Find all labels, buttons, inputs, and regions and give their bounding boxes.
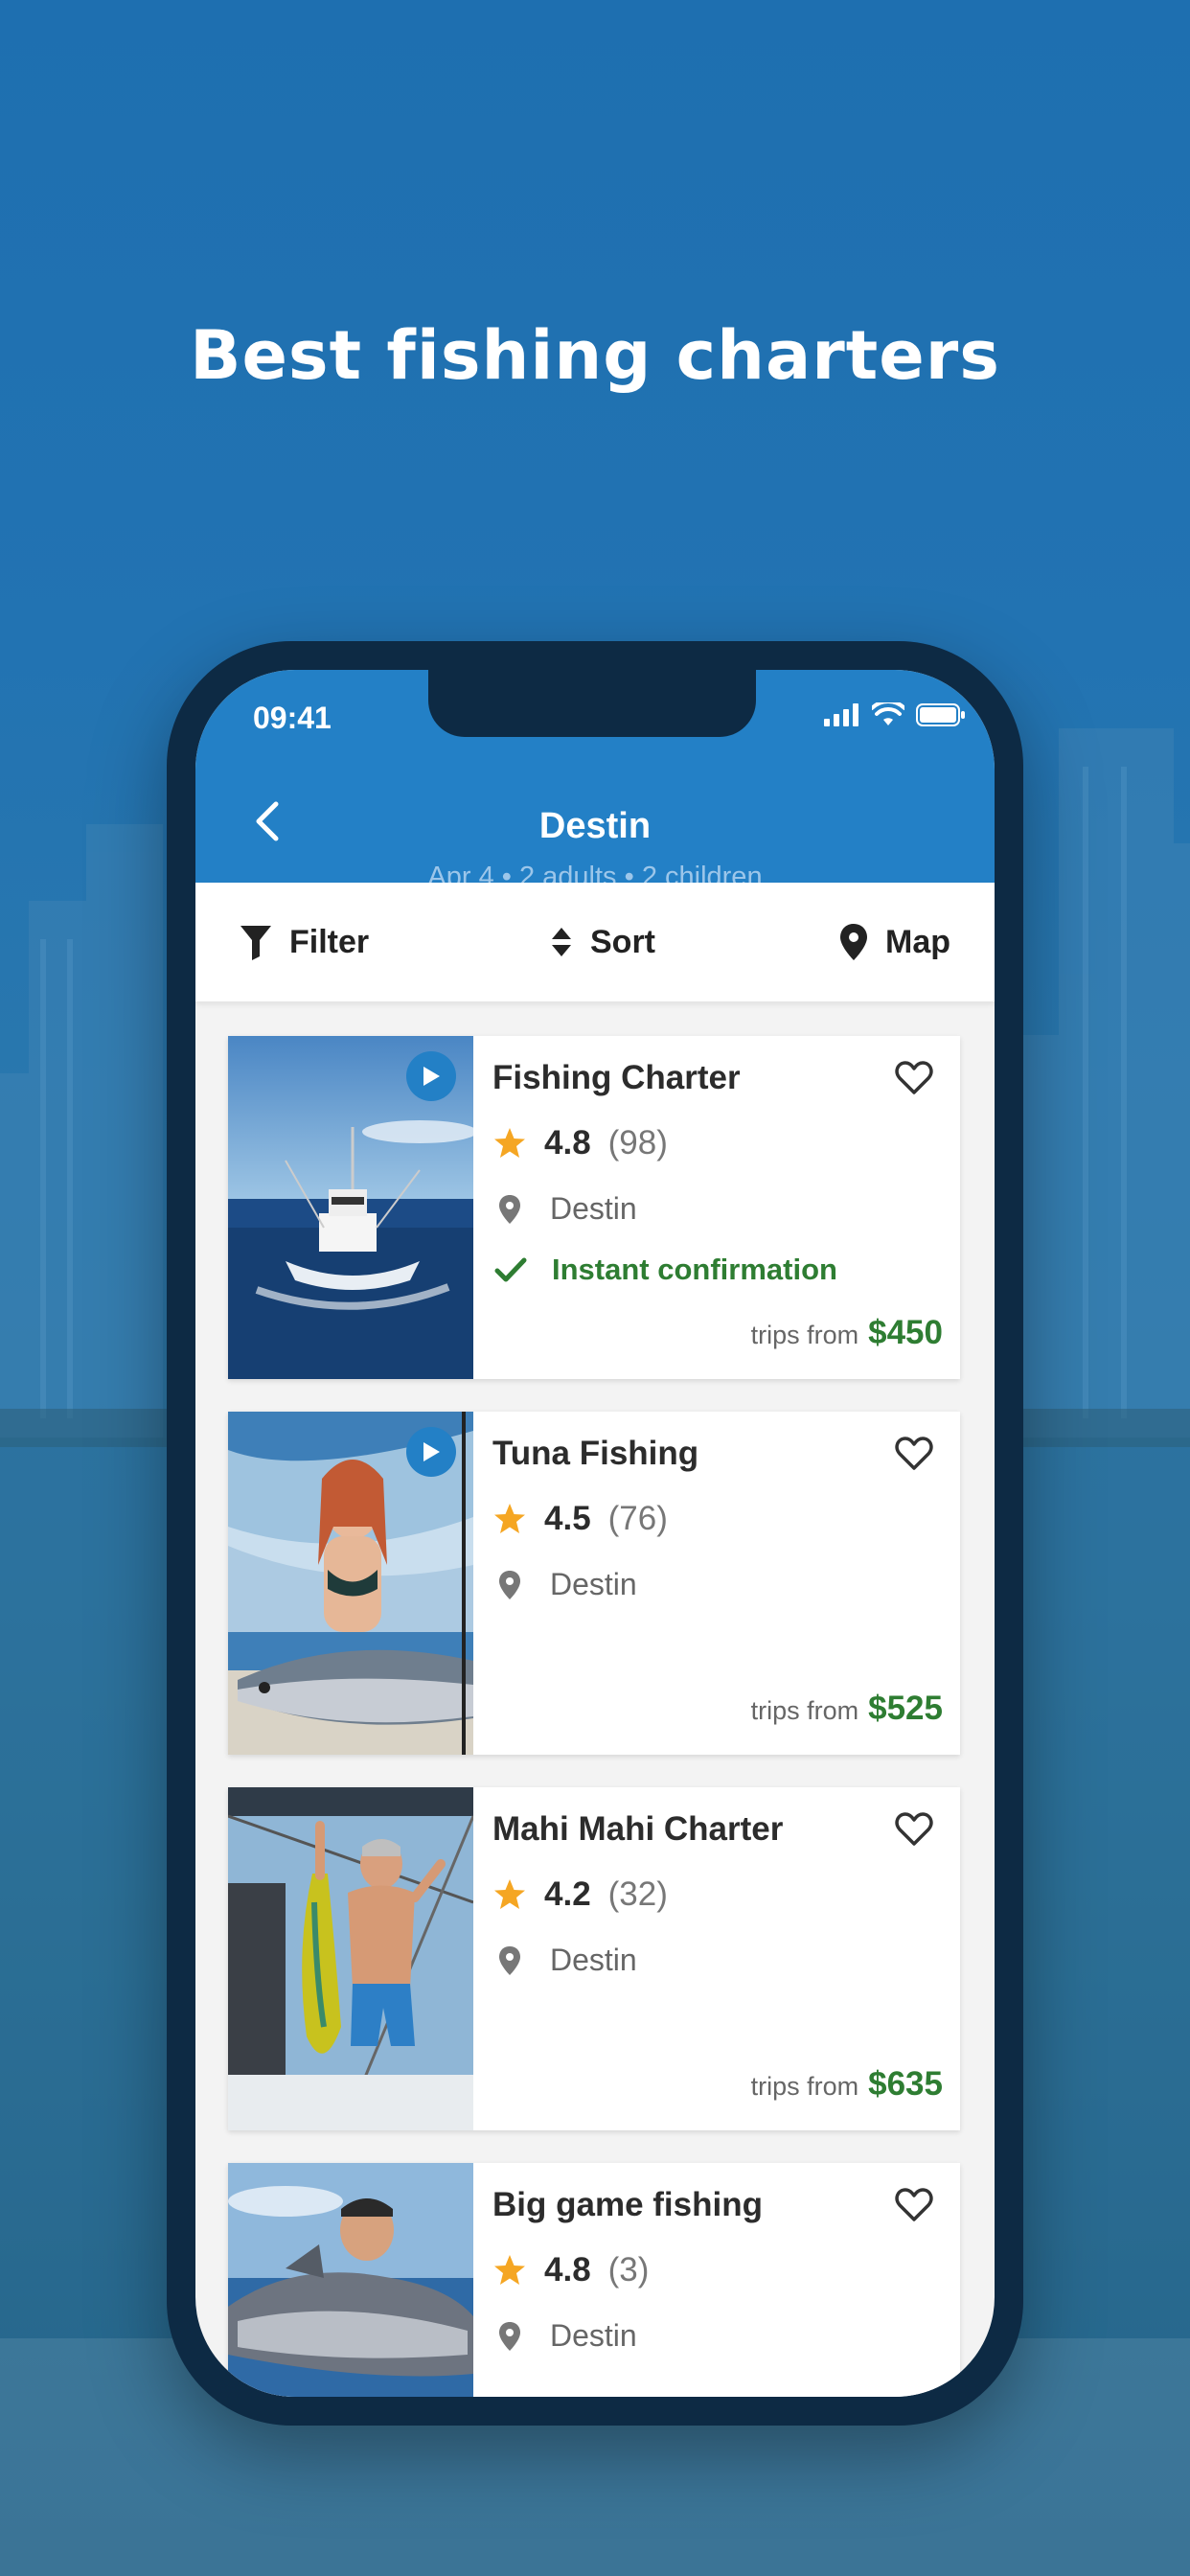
heart-icon: [895, 1061, 933, 1094]
listing-photo: [228, 1036, 473, 1379]
star-icon: [494, 1128, 525, 1158]
mahi-mahi-catch-photo: [228, 1787, 473, 2130]
price-row: trips from $450: [751, 1314, 943, 1352]
listing-title: Fishing Charter: [492, 1059, 741, 1096]
listing-card[interactable]: Tuna Fishing 4.5 (76) Destin trips from …: [228, 1412, 960, 1755]
listing-title: Big game fishing: [492, 2186, 763, 2223]
play-icon: [423, 1442, 440, 1461]
favorite-button[interactable]: [895, 1061, 937, 1101]
phone-frame: 09:41 Destin Apr 4 • 2 adults • 2 childr…: [167, 641, 1023, 2426]
rating-value: 4.8: [544, 2251, 591, 2288]
rating-value: 4.2: [544, 1875, 591, 1913]
rating-row: 4.8 (3): [492, 2251, 649, 2289]
favorite-button[interactable]: [895, 2188, 937, 2228]
listing-card[interactable]: Fishing Charter 4.8 (98) Destin Instant …: [228, 1036, 960, 1379]
listing-card[interactable]: Big game fishing 4.8 (3) Destin: [228, 2163, 960, 2397]
listing-title: Mahi Mahi Charter: [492, 1810, 784, 1848]
price-prefix: trips from: [750, 2072, 859, 2101]
filter-icon: [240, 926, 271, 960]
sort-button[interactable]: Sort: [550, 883, 655, 1001]
phone-screen: 09:41 Destin Apr 4 • 2 adults • 2 childr…: [195, 670, 995, 2397]
filter-button[interactable]: Filter: [240, 883, 369, 1001]
heart-icon: [895, 1812, 933, 1846]
favorite-button[interactable]: [895, 1437, 937, 1477]
filter-label: Filter: [289, 923, 370, 960]
review-count: (3): [607, 2251, 650, 2288]
listing-location: Destin: [550, 2318, 637, 2353]
listing-price: $525: [868, 1690, 943, 1727]
heart-icon: [895, 2188, 933, 2221]
location-row: Destin: [498, 1567, 637, 1602]
price-prefix: trips from: [750, 1696, 859, 1725]
listing-price: $635: [868, 2065, 943, 2103]
battery-icon: [916, 703, 965, 726]
review-count: (98): [607, 1124, 668, 1162]
star-icon: [494, 2255, 525, 2285]
checkmark-icon: [494, 1257, 527, 1282]
listing-location: Destin: [550, 1567, 637, 1601]
rating-row: 4.8 (98): [492, 1124, 668, 1162]
rating-row: 4.2 (32): [492, 1875, 668, 1914]
star-icon: [494, 1879, 525, 1909]
phone-notch: [428, 670, 756, 737]
play-video-button[interactable]: [406, 1051, 456, 1101]
location-title: Destin: [538, 806, 652, 846]
location-pin-icon: [499, 2321, 520, 2351]
location-row: Destin: [498, 2318, 637, 2354]
listing-card[interactable]: Mahi Mahi Charter 4.2 (32) Destin trips …: [228, 1787, 960, 2130]
wifi-icon: [872, 702, 904, 725]
review-count: (76): [607, 1500, 668, 1537]
review-count: (32): [607, 1875, 668, 1913]
instant-confirmation-label: Instant confirmation: [552, 1253, 837, 1286]
favorite-button[interactable]: [895, 1812, 937, 1852]
play-icon: [423, 1067, 440, 1086]
heart-icon: [895, 1437, 933, 1470]
listing-price: $450: [868, 1314, 943, 1351]
map-label: Map: [885, 923, 950, 960]
sort-icon: [552, 928, 571, 956]
price-row: trips from $525: [751, 1690, 943, 1728]
map-pin-icon: [840, 924, 867, 960]
location-row: Destin: [498, 1191, 637, 1227]
price-prefix: trips from: [750, 1321, 859, 1349]
big-game-catch-photo: [228, 2163, 473, 2397]
rating-value: 4.5: [544, 1500, 591, 1537]
map-button[interactable]: Map: [839, 883, 950, 1001]
play-video-button[interactable]: [406, 1427, 456, 1477]
promo-headline: Best fishing charters: [190, 316, 1000, 395]
location-pin-icon: [499, 1945, 520, 1975]
confirmation-row: Instant confirmation: [494, 1253, 837, 1287]
status-time: 09:41: [253, 701, 332, 735]
location-pin-icon: [499, 1194, 520, 1224]
star-icon: [494, 1504, 525, 1533]
rating-row: 4.5 (76): [492, 1500, 668, 1538]
listing-title: Tuna Fishing: [492, 1435, 699, 1472]
listing-photo: [228, 2163, 473, 2397]
price-row: trips from $635: [751, 2065, 943, 2104]
rating-value: 4.8: [544, 1124, 591, 1162]
listing-location: Destin: [550, 1191, 637, 1226]
sort-label: Sort: [590, 923, 655, 960]
status-icons: [824, 702, 966, 727]
cellular-signal-icon: [824, 703, 858, 726]
listing-location: Destin: [550, 1943, 637, 1977]
filter-toolbar: Filter Sort Map: [195, 883, 995, 1001]
listing-photo: [228, 1412, 473, 1755]
listing-photo: [228, 1787, 473, 2130]
location-row: Destin: [498, 1943, 637, 1978]
location-pin-icon: [499, 1570, 520, 1599]
